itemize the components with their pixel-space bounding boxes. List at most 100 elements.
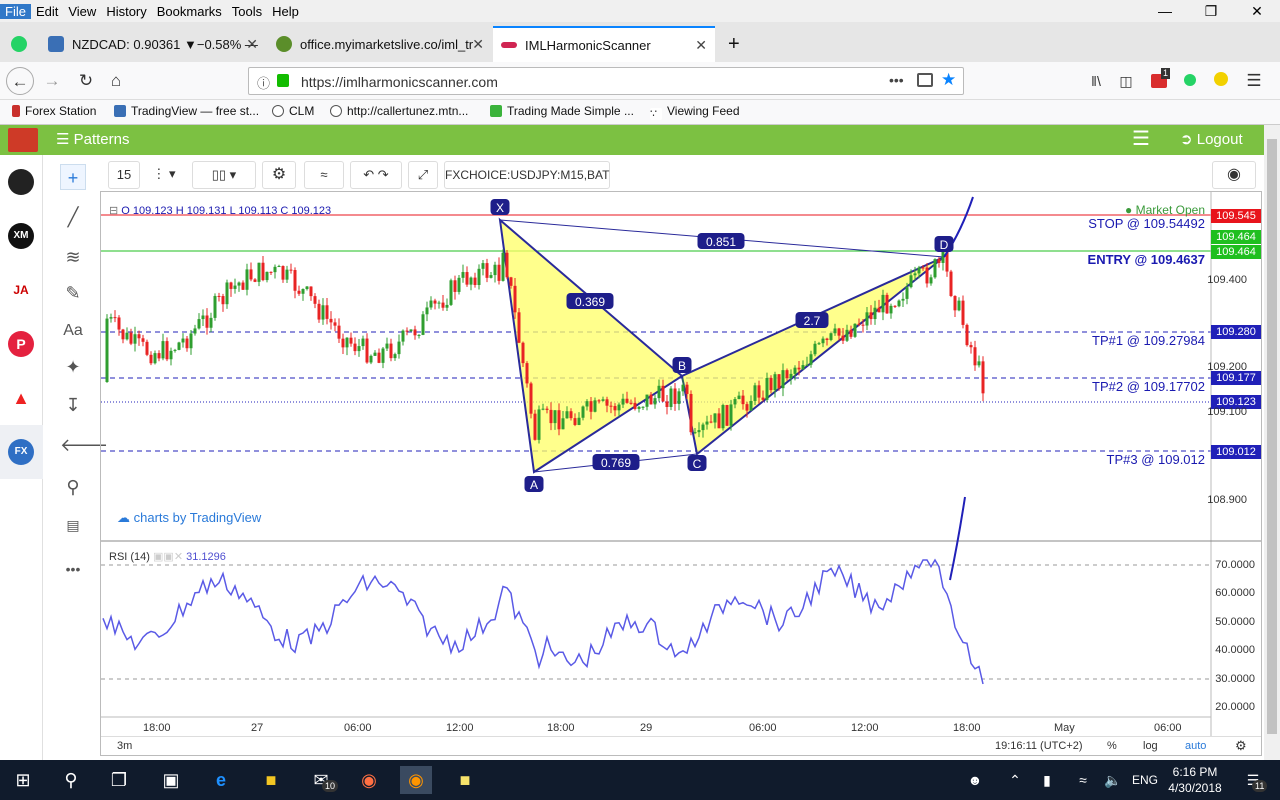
app-icon[interactable]: ◉ (354, 766, 384, 794)
undo-redo-icon[interactable]: ↶ ↷ (350, 161, 402, 189)
tab-imlharmonic[interactable]: IMLHarmonicScanner ✕ (493, 26, 715, 62)
logout-button[interactable]: ➲ Logout (1180, 130, 1243, 148)
pattern-icon[interactable]: ✦ (60, 354, 86, 380)
file-explorer-icon[interactable]: ■ (256, 766, 286, 794)
menu-help[interactable]: Help (267, 4, 304, 19)
brush-icon[interactable]: ✎ (60, 280, 86, 306)
fullscreen-icon[interactable]: ⤢ (408, 161, 438, 189)
home-icon[interactable]: ⌂ (102, 67, 130, 95)
price-tick: 108.900 (1207, 494, 1247, 506)
sticky-notes-icon[interactable]: ■ (450, 766, 480, 794)
restore-icon[interactable]: ❐ (1188, 0, 1234, 22)
store-icon[interactable]: ▣ (156, 766, 186, 794)
extension-notif-icon[interactable]: 1 (1145, 67, 1173, 95)
bookmark-item[interactable]: CLM (272, 104, 314, 118)
interval-dropdown-icon[interactable]: ⋮ ▾ (144, 161, 184, 189)
hamburger-menu-icon[interactable]: ☰ (1240, 67, 1268, 95)
sidebar-icon[interactable]: ◫ (1112, 67, 1140, 95)
menu-tools[interactable]: Tools (227, 4, 267, 19)
windows-start-icon[interactable]: ⊞ (8, 766, 38, 794)
zoom-icon[interactable]: ⚲ (60, 474, 86, 500)
crosshair-icon[interactable]: + (60, 164, 86, 190)
ruler-icon[interactable]: ▤ (60, 512, 86, 538)
trendline-icon[interactable]: ╱ (60, 204, 86, 230)
bookmark-item[interactable]: ∵ Viewing Feed (650, 104, 740, 120)
percent-toggle[interactable]: % (1107, 740, 1117, 752)
page-scrollbar[interactable] (1264, 125, 1280, 760)
bookmark-item[interactable]: TradingView — free st... (114, 104, 259, 118)
text-icon[interactable]: Aa (60, 318, 86, 344)
chart-type-select[interactable]: ▯▯ ▾ (192, 161, 256, 189)
candle-body (877, 307, 881, 313)
range-button[interactable]: 3m (117, 740, 132, 752)
firefox-icon[interactable]: ◉ (400, 766, 432, 794)
more-tools-icon[interactable]: ••• (60, 556, 86, 582)
pocket-icon[interactable] (917, 73, 933, 87)
menu-bookmarks[interactable]: Bookmarks (152, 4, 227, 19)
patterns-menu[interactable]: ☰ Patterns (56, 130, 130, 148)
candle-body (669, 388, 673, 407)
chart-area[interactable]: 0.369 0.769 2.7 0.851 X A B C D ⊟ O 109.123 H 10… (100, 191, 1262, 756)
chart-settings-icon[interactable]: ⚙ (1235, 738, 1247, 754)
interval-select[interactable]: 15 (108, 161, 140, 189)
bookmark-star-icon[interactable]: ★ (941, 70, 956, 90)
whatsapp-tab[interactable] (0, 26, 38, 62)
page-actions-icon[interactable]: ••• (889, 72, 904, 88)
time-tick: 18:00 (953, 722, 981, 734)
auto-toggle[interactable]: auto (1185, 740, 1206, 752)
symbol-field[interactable]: FXCHOICE:USDJPY:M15,BAT (444, 161, 610, 189)
edge-icon[interactable]: e (206, 766, 236, 794)
indicators-icon[interactable]: ≈ (304, 161, 344, 189)
search-icon[interactable]: ⚲ (56, 766, 86, 794)
candle-body (641, 406, 645, 408)
triangle-broker-logo[interactable]: ▲ (8, 385, 34, 411)
forward-icon[interactable]: → (38, 67, 66, 95)
chart-canvas[interactable]: 0.369 0.769 2.7 0.851 X A B C D (101, 192, 1261, 755)
back-icon[interactable]: ← (6, 67, 34, 95)
tab-office[interactable]: office.myimarketslive.co/iml_tr ✕ (268, 26, 492, 62)
mail-icon[interactable]: ✉ 10 (306, 766, 339, 794)
menu-edit[interactable]: Edit (31, 4, 63, 19)
bookmark-item[interactable]: http://callertunez.mtn... (330, 104, 468, 118)
people-icon[interactable]: ☻ (960, 766, 990, 794)
close-tab-icon[interactable]: ✕ (472, 36, 484, 53)
fib-icon[interactable]: ≋ (60, 244, 86, 270)
bookmark-item[interactable]: Forex Station (12, 104, 96, 118)
jafx-logo[interactable]: JA (8, 277, 34, 303)
new-tab-icon[interactable]: + (720, 26, 746, 62)
measure-icon[interactable]: ↧ (60, 392, 86, 418)
fxchoice-logo[interactable]: FX (8, 439, 34, 465)
camera-icon[interactable]: ◉ (1212, 161, 1256, 189)
broker-logo[interactable] (8, 169, 34, 195)
close-window-icon[interactable]: ✕ (1234, 0, 1280, 22)
app-menu-icon[interactable]: ☰ (1132, 126, 1150, 151)
tab-nzdcad[interactable]: NZDCAD: 0.90361 ▼−0.58% — ✕ (40, 26, 266, 62)
pepperstone-logo[interactable]: P (8, 331, 34, 357)
close-tab-icon[interactable]: ✕ (246, 36, 258, 53)
battery-icon[interactable]: ▮ (1032, 766, 1062, 794)
bookmark-item[interactable]: Trading Made Simple ... (490, 104, 634, 118)
whatsapp-extension-icon[interactable] (1176, 67, 1204, 95)
address-bar[interactable]: ⓘ https://imlharmonicscanner.com ••• ★ (248, 67, 964, 95)
info-icon[interactable]: ⓘ (257, 73, 270, 92)
settings-gear-icon[interactable]: ⚙ (262, 161, 296, 189)
language-indicator[interactable]: ENG (1132, 773, 1158, 787)
library-icon[interactable]: ‖\ (1082, 67, 1110, 95)
system-clock[interactable]: 6:16 PM 4/30/2018 (1160, 764, 1230, 796)
menu-file[interactable]: File (0, 3, 31, 19)
task-view-icon[interactable]: ❐ (104, 766, 134, 794)
close-tab-icon[interactable]: ✕ (695, 37, 707, 54)
windows-taskbar: ⊞ ⚲ ❐ ▣ e ■ ✉ 10 ◉ ◉ ■ ☻ ⌃ ▮ ≈ 🔈 ENG 6:16… (0, 760, 1280, 800)
xm-logo[interactable]: XM (8, 223, 34, 249)
action-center-icon[interactable]: ☰ 11 (1238, 766, 1268, 794)
wifi-icon[interactable]: ≈ (1068, 766, 1098, 794)
tray-up-icon[interactable]: ⌃ (1000, 766, 1030, 794)
menu-view[interactable]: View (63, 4, 101, 19)
minimize-icon[interactable]: — (1142, 0, 1188, 22)
back-arrow-icon[interactable]: 🡐 (60, 432, 108, 458)
volume-icon[interactable]: 🔈 (1098, 766, 1128, 794)
log-toggle[interactable]: log (1143, 740, 1158, 752)
bulb-extension-icon[interactable] (1207, 67, 1235, 95)
reload-icon[interactable]: ↻ (72, 67, 100, 95)
menu-history[interactable]: History (101, 4, 151, 19)
